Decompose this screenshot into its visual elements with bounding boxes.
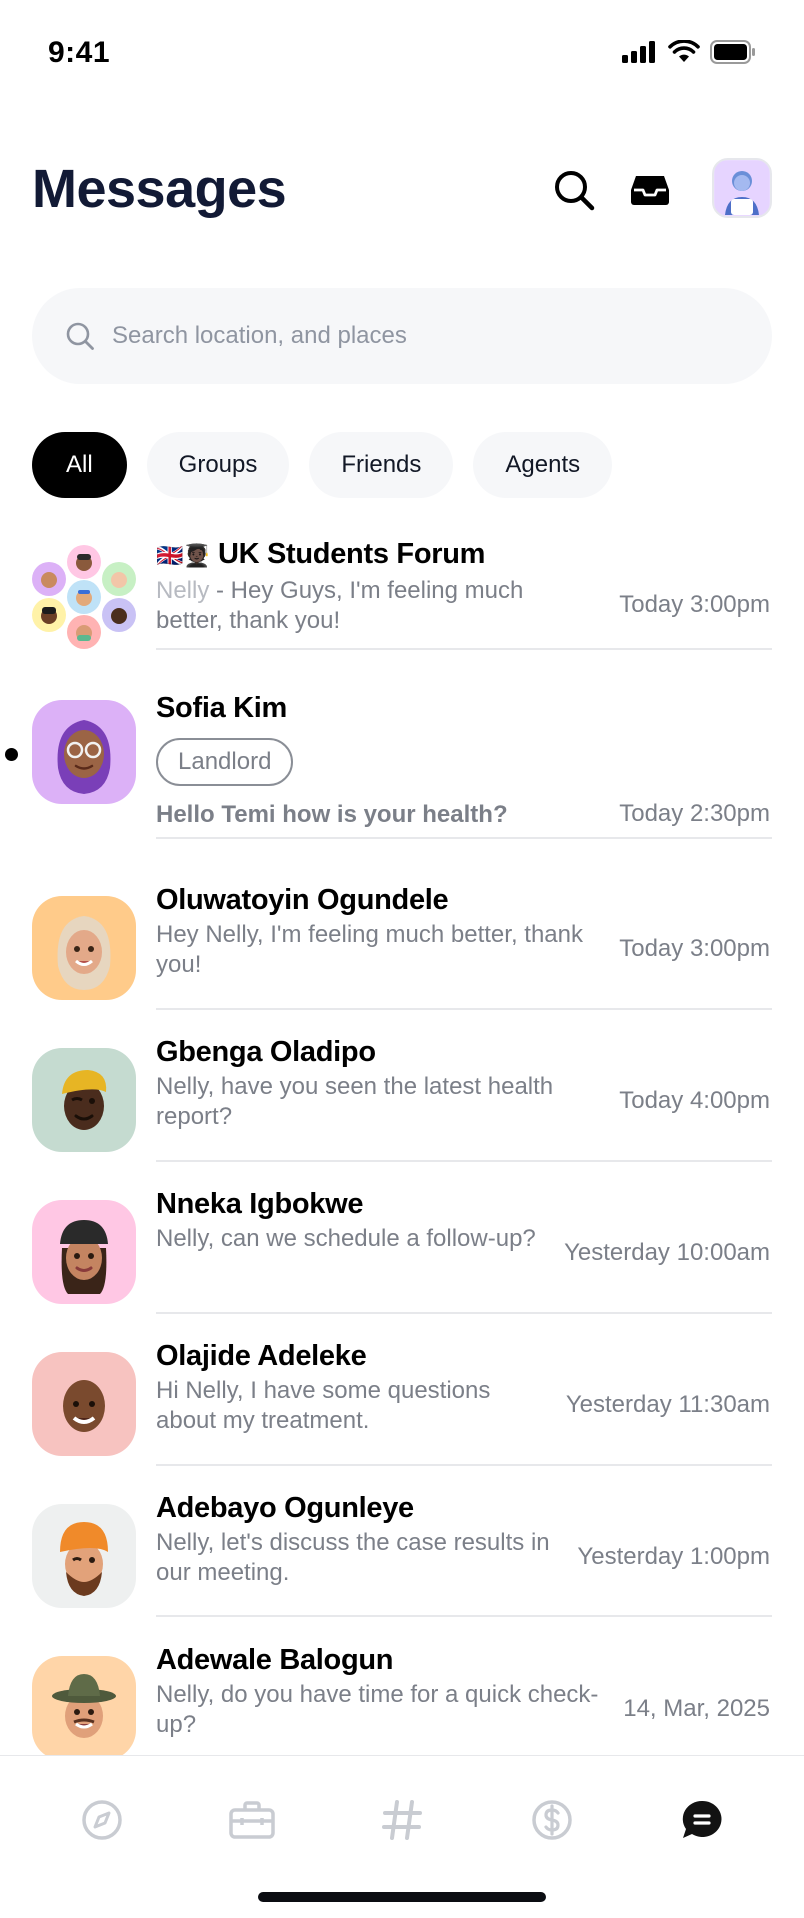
conversation-preview: Hi Nelly, I have some questions about my…: [156, 1377, 491, 1434]
conversation-item[interactable]: Sofia Kim Landlord Hello Temi how is you…: [0, 680, 804, 870]
wifi-icon: [668, 39, 700, 69]
divider: [156, 648, 772, 650]
status-bar: 9:41: [0, 0, 804, 110]
conversation-name: Nneka Igbokwe: [156, 1188, 364, 1220]
conversation-preview: Nelly, do you have time for a quick chec…: [156, 1681, 599, 1738]
conversation-name: 🇬🇧🧑🏿‍🎓 UK Students Forum: [156, 538, 485, 571]
contact-avatar: [32, 1048, 136, 1152]
nav-payments[interactable]: [522, 1790, 582, 1850]
contact-avatar: [32, 1504, 136, 1608]
conversation-item[interactable]: Oluwatoyin Ogundele Hey Nelly, I'm feeli…: [0, 870, 804, 1022]
memoji-icon: [63, 1380, 105, 1432]
contact-avatar: [32, 1656, 136, 1755]
contact-avatar: [32, 1352, 136, 1456]
page-title: Messages: [32, 159, 287, 219]
briefcase-icon: [229, 1801, 275, 1839]
memoji-icon: [52, 1674, 116, 1738]
memoji-icon: [62, 1070, 107, 1130]
nav-topics[interactable]: [372, 1790, 432, 1850]
profile-avatar[interactable]: [712, 158, 772, 218]
conversation-time: Yesterday 1:00pm: [577, 1543, 770, 1570]
group-name: UK Students Forum: [217, 538, 486, 570]
hashtag-icon: [382, 1800, 422, 1840]
search-bar[interactable]: [32, 288, 772, 384]
conversation-item[interactable]: Olajide Adeleke Hi Nelly, I have some qu…: [0, 1326, 804, 1478]
conversation-time: Today 3:00pm: [619, 935, 770, 962]
conversation-time: Yesterday 11:30am: [565, 1391, 770, 1418]
status-time: 9:41: [48, 36, 111, 69]
conversation-preview: Nelly, let's discuss the case results in…: [156, 1529, 550, 1586]
unread-indicator: [5, 748, 18, 761]
conversation-time: Today 3:00pm: [619, 591, 770, 618]
conversation-item[interactable]: Nneka Igbokwe Nelly, can we schedule a f…: [0, 1174, 804, 1326]
header-search-button[interactable]: [544, 160, 604, 220]
nav-messages[interactable]: [672, 1790, 732, 1850]
conversation-name: Adewale Balogun: [156, 1644, 394, 1676]
memoji-icon: [57, 916, 111, 990]
preview-text: - Hey Guys, I'm feeling much better, tha…: [156, 577, 524, 634]
conversation-name: Sofia Kim: [156, 692, 288, 724]
divider: [156, 1464, 772, 1466]
conversation-name: Olajide Adeleke: [156, 1340, 367, 1372]
contact-avatar: [32, 896, 136, 1000]
divider: [156, 1160, 772, 1162]
chat-icon: [682, 1800, 722, 1838]
conversation-name: Adebayo Ogunleye: [156, 1492, 414, 1524]
conversation-time: 14, Mar, 2025: [623, 1695, 770, 1722]
conversation-list: 🇬🇧🧑🏿‍🎓 UK Students Forum Nelly - Hey Guy…: [0, 530, 804, 1755]
search-icon: [64, 320, 96, 352]
conversation-time: Yesterday 10:00am: [564, 1239, 770, 1266]
conversation-preview: Nelly - Hey Guys, I'm feeling much bette…: [156, 576, 541, 636]
nav-work[interactable]: [222, 1790, 282, 1850]
chip-groups[interactable]: Groups: [146, 432, 290, 498]
header: Messages: [32, 150, 772, 230]
home-indicator[interactable]: [258, 1892, 546, 1902]
status-icons: [622, 39, 756, 69]
conversation-preview: Nelly, have you seen the latest health r…: [156, 1073, 554, 1130]
conversation-time: Today 4:00pm: [619, 1087, 770, 1114]
divider: [156, 1615, 772, 1617]
contact-tag: Landlord: [156, 738, 294, 786]
conversation-preview: Hello Temi how is your health?: [156, 801, 508, 828]
conversation-item[interactable]: Adebayo Ogunleye Nelly, let's discuss th…: [0, 1478, 804, 1630]
conversation-name: Oluwatoyin Ogundele: [156, 884, 449, 916]
conversation-preview: Nelly, can we schedule a follow-up?: [156, 1225, 536, 1252]
divider: [156, 837, 772, 839]
sender-name: Nelly: [156, 577, 210, 604]
divider: [156, 1008, 772, 1010]
conversation-item[interactable]: Gbenga Oladipo Nelly, have you seen the …: [0, 1022, 804, 1174]
conversation-item[interactable]: Adewale Balogun Nelly, do you have time …: [0, 1630, 804, 1755]
group-avatar: [32, 545, 136, 649]
contact-avatar: [32, 1200, 136, 1304]
cellular-signal-icon: [622, 41, 658, 68]
conversation-preview: Hey Nelly, I'm feeling much better, than…: [156, 921, 583, 978]
filter-chips: All Groups Friends Agents: [32, 432, 613, 498]
conversation-time: Today 2:30pm: [619, 800, 770, 827]
memoji-icon: [57, 720, 111, 794]
search-icon: [555, 171, 595, 211]
memoji-icon: [60, 1522, 108, 1596]
user-memoji-icon: [715, 161, 769, 215]
chip-all[interactable]: All: [32, 432, 127, 498]
conversation-item[interactable]: 🇬🇧🧑🏿‍🎓 UK Students Forum Nelly - Hey Guy…: [0, 530, 804, 650]
chip-friends[interactable]: Friends: [309, 432, 454, 498]
compass-icon: [82, 1800, 122, 1840]
flag-emojis: 🇬🇧🧑🏿‍🎓: [156, 543, 211, 568]
dollar-icon: [532, 1800, 572, 1840]
inbox-button[interactable]: [620, 160, 680, 220]
search-input[interactable]: [112, 322, 712, 350]
contact-avatar: [32, 700, 136, 804]
battery-icon: [710, 40, 756, 69]
divider: [156, 1312, 772, 1314]
inbox-icon: [631, 176, 669, 205]
nav-explore[interactable]: [72, 1790, 132, 1850]
memoji-icon: [60, 1220, 108, 1294]
conversation-name: Gbenga Oladipo: [156, 1036, 376, 1068]
chip-agents[interactable]: Agents: [473, 432, 613, 498]
